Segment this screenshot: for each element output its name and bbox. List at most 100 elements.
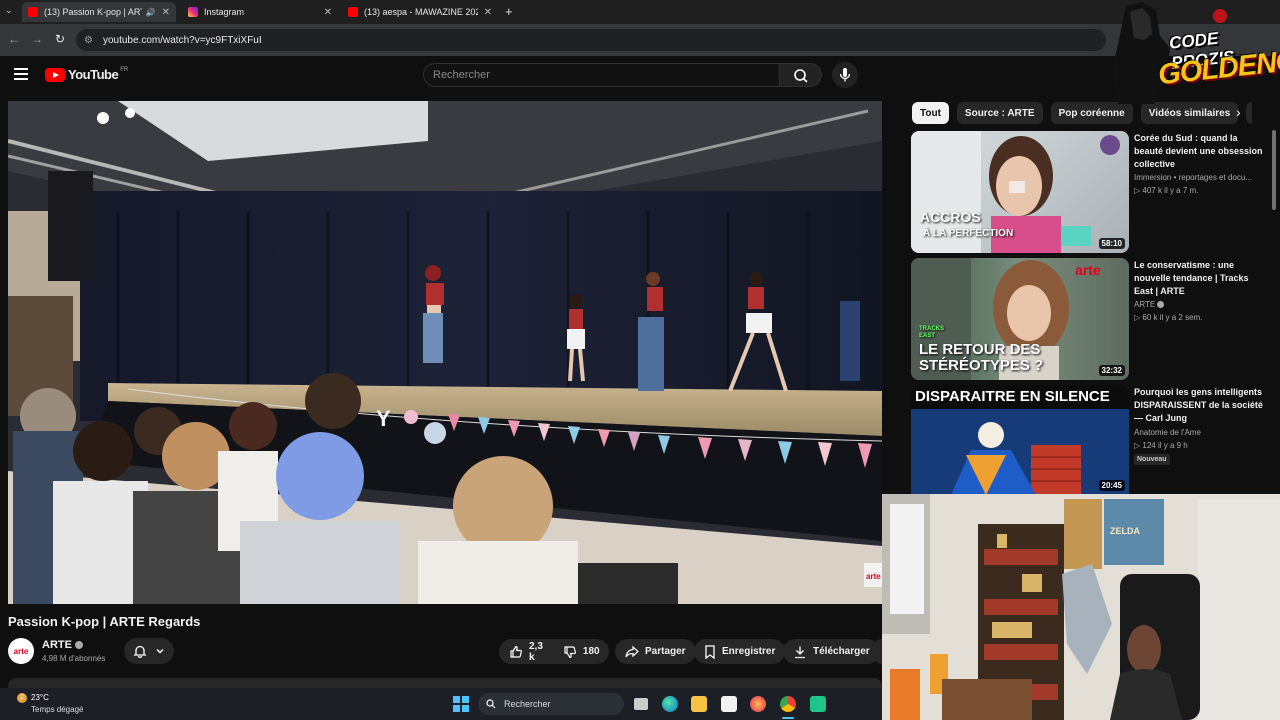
task-view-icon[interactable] [634,698,648,710]
close-tab-icon[interactable]: ✕ [484,7,492,18]
taskbar-search-label: Rechercher [504,699,551,709]
youtube-header: YouTube FR [0,56,1280,98]
close-tab-icon[interactable]: ✕ [324,7,332,18]
more-actions-button[interactable] [874,639,882,664]
logo-text: YouTube [68,67,119,82]
video-duration: 20:45 [1098,480,1125,491]
download-button[interactable]: Télécharger [783,639,880,664]
tab-title: Instagram [204,7,245,17]
video-player[interactable]: K Y arte [8,101,882,604]
description-box[interactable] [8,678,882,688]
close-tab-icon[interactable]: ✕ [162,7,170,18]
youtube-favicon-icon [28,7,38,17]
weather-temperature[interactable]: 23°C [31,693,49,702]
microphone-icon [839,68,851,82]
youtube-favicon-icon [348,7,358,17]
share-icon [625,645,639,657]
chip-source-arte[interactable]: Source : ARTE [956,102,1043,124]
video-duration: 32:32 [1098,365,1125,376]
voice-search-button[interactable] [832,62,858,88]
video-thumbnail[interactable]: ACCROS À LA PERFECTION 58:10 [911,131,1129,253]
bell-icon [133,645,147,658]
new-tab-icon[interactable]: + [505,4,513,19]
tab-aespa[interactable]: (13) aespa - MAWAZINE 2025 L ✕ [342,2,498,22]
share-button[interactable]: Partager [615,639,696,664]
tab-passion-kpop[interactable]: (13) Passion K-pop | ARTE R 🔊 ✕ [22,2,176,22]
video-meta: ▷ 60 k il y a 2 sem. [1134,313,1203,322]
webcam-image [882,494,1280,720]
video-title: Passion K-pop | ARTE Regards [8,614,201,629]
chevron-right-icon[interactable]: › [1236,104,1241,120]
tab-instagram[interactable]: Instagram ✕ [182,2,338,22]
hamburger-menu-icon[interactable] [14,68,28,80]
chip-all[interactable]: Tout [912,102,949,124]
windows-start-icon[interactable] [453,696,469,712]
notifications-button[interactable] [124,638,174,664]
stage-banner-letter: Y [376,406,391,431]
youtube-logo[interactable]: YouTube FR [45,67,128,82]
channel-name[interactable]: ARTE [1134,300,1264,309]
scrollbar[interactable] [1272,130,1276,210]
share-label: Partager [645,646,686,657]
app-icon[interactable] [810,696,826,712]
channel-name[interactable]: Immersion • reportages et docu... [1134,173,1264,182]
video-title[interactable]: Le conservatisme : une nouvelle tendance… [1134,259,1264,298]
video-thumbnail[interactable]: arte TRACKS EAST LE RETOUR DES STÉRÉOTYP… [911,258,1129,380]
list-item[interactable]: arte TRACKS EAST LE RETOUR DES STÉRÉOTYP… [911,258,1271,380]
video-meta: ▷ 407 k il y a 7 m. [1134,186,1199,195]
browser-address-bar: ← → ↻ ⚙ youtube.com/watch?v=yc9FTxiXFuI [0,24,1280,56]
dislike-count[interactable]: 180 [583,646,600,657]
chevron-down-icon [156,649,164,654]
poster-text: ZELDA [1110,526,1140,536]
site-info-icon[interactable]: ⚙ [84,35,93,46]
save-button[interactable]: Enregistrer [694,639,786,664]
url-input[interactable]: ⚙ youtube.com/watch?v=yc9FTxiXFuI [76,29,1106,51]
download-icon [795,646,805,658]
tab-list-icon[interactable]: ⌄ [5,5,13,16]
thumbnail-overlay-title: DISPARAITRE EN SILENCE [915,388,1110,405]
taskbar-search[interactable]: Rechercher [478,693,624,715]
video-meta: ▷ 124 il y a 9 h [1134,441,1188,450]
weather-icon[interactable]: 2 [17,693,27,703]
channel-name[interactable]: ARTE [42,639,83,651]
search-button[interactable] [780,63,822,87]
instagram-favicon-icon [188,7,198,17]
search-input[interactable] [433,69,779,81]
firefox-icon[interactable] [750,696,766,712]
chrome-icon[interactable] [780,696,796,712]
thumbnail-overlay-subtitle: STÉRÉOTYPES ? [919,357,1044,374]
search-icon [794,69,808,83]
url-text: youtube.com/watch?v=yc9FTxiXFuI [102,34,262,46]
file-explorer-icon[interactable] [691,696,707,712]
audio-playing-icon[interactable]: 🔊 [146,8,156,17]
video-title[interactable]: Pourquoi les gens intelligents DISPARAIS… [1134,386,1264,425]
thumbs-up-icon[interactable] [509,645,523,659]
thumbs-down-icon[interactable] [563,645,577,659]
reload-icon[interactable]: ↻ [55,32,65,46]
list-item[interactable]: ACCROS À LA PERFECTION 58:10 Corée du Su… [911,131,1271,253]
edge-icon[interactable] [662,696,678,712]
channel-name-text: ARTE [42,639,72,651]
subscriber-count: 4,98 M d'abonnés [42,654,106,663]
weather-badge: 2 [20,694,24,701]
back-arrow-icon[interactable]: ← [8,32,20,46]
forward-arrow-icon[interactable]: → [31,32,43,46]
channel-name[interactable]: Anatomie de l'Ame [1134,428,1264,437]
status-badge: Nouveau [1134,454,1170,465]
video-title[interactable]: Corée du Sud : quand la beauté devient u… [1134,132,1264,171]
like-count[interactable]: 2,3 k [529,641,543,663]
region-label: FR [120,66,129,73]
verified-icon [74,641,83,650]
save-label: Enregistrer [722,646,776,657]
video-thumbnail[interactable]: DISPARAITRE EN SILENCE 20:45 [911,385,1129,495]
list-item[interactable]: DISPARAITRE EN SILENCE 20:45 Pourquoi le… [911,385,1271,507]
webcam-overlay: ZELDA [882,494,1280,720]
search-box[interactable] [423,63,780,87]
store-icon[interactable] [721,696,737,712]
thumbnail-overlay-title: LE RETOUR DES [919,341,1041,358]
corner-logo: arte [866,572,881,581]
weather-description[interactable]: Temps dégagé [31,705,83,714]
thumbnail-overlay-logo: arte [1075,262,1101,278]
channel-name-text: ARTE [1134,300,1156,309]
avatar[interactable]: arte [8,638,34,664]
